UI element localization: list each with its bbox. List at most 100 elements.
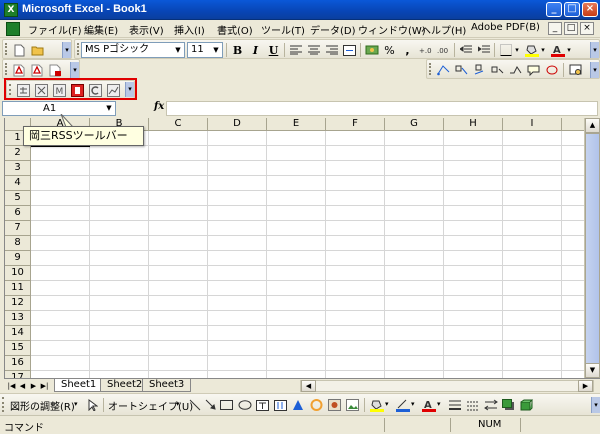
chevron-down-icon[interactable]: ▾ xyxy=(565,42,573,58)
oval-tool-icon[interactable] xyxy=(236,397,253,413)
row-header-5[interactable]: 5 xyxy=(5,191,31,206)
font-color-icon[interactable]: A xyxy=(549,42,566,58)
toolbar-options-chevron[interactable]: ▾ xyxy=(70,62,79,78)
menu-adobe-pdf[interactable]: Adobe PDF(B) xyxy=(471,22,540,33)
column-header-d[interactable]: D xyxy=(208,118,267,131)
vertical-scrollbar[interactable]: ▲ ▼ xyxy=(584,118,600,378)
toolbar-options-chevron[interactable]: ▾ xyxy=(590,42,599,58)
line-color-icon[interactable] xyxy=(394,397,411,413)
arrow-tool-icon[interactable] xyxy=(202,397,219,413)
column-header-h[interactable]: H xyxy=(444,118,503,131)
align-left-icon[interactable] xyxy=(287,42,304,58)
dash-style-icon[interactable] xyxy=(464,397,481,413)
maximize-button[interactable]: □ xyxy=(564,2,580,17)
trace-error-icon[interactable] xyxy=(507,62,524,78)
row-header-15[interactable]: 15 xyxy=(5,341,31,356)
close-button[interactable]: × xyxy=(582,2,598,17)
increase-decimal-icon[interactable]: +.0 xyxy=(417,42,434,58)
column-header-i[interactable]: I xyxy=(503,118,562,131)
toolbar-grip[interactable] xyxy=(2,397,5,412)
italic-button[interactable]: I xyxy=(247,42,264,58)
sheet-tab-sheet3[interactable]: Sheet3 xyxy=(142,379,192,392)
row-header-8[interactable]: 8 xyxy=(5,236,31,251)
autoshapes-menu[interactable]: オートシェイプ(U) xyxy=(108,398,193,413)
open-folder-icon[interactable] xyxy=(29,42,46,58)
line-style-icon[interactable] xyxy=(446,397,463,413)
scroll-right-arrow-icon[interactable]: ▶ xyxy=(578,380,593,392)
chevron-down-icon[interactable]: ▾ xyxy=(176,400,180,408)
row-header-13[interactable]: 13 xyxy=(5,311,31,326)
select-objects-icon[interactable] xyxy=(84,397,101,413)
column-header-f[interactable]: F xyxy=(326,118,385,131)
row-header-2[interactable]: 2 xyxy=(5,146,31,161)
toolbar-options-chevron[interactable]: ▾ xyxy=(590,62,599,78)
row-header-11[interactable]: 11 xyxy=(5,281,31,296)
toolbar-grip[interactable] xyxy=(429,63,432,75)
row-header-3[interactable]: 3 xyxy=(5,161,31,176)
menu-window[interactable]: ウィンドウ(W) xyxy=(358,22,426,37)
doc-close-button[interactable]: × xyxy=(580,22,594,35)
next-sheet-icon[interactable]: ▶ xyxy=(28,380,39,392)
toolbar-options-chevron[interactable]: ▾ xyxy=(591,397,600,413)
menu-help[interactable]: ヘルプ(H) xyxy=(421,22,466,37)
circle-invalid-data-icon[interactable] xyxy=(543,62,560,78)
menu-tools[interactable]: ツール(T) xyxy=(261,22,305,37)
pdf-review-icon[interactable] xyxy=(47,62,64,78)
pdf-email-icon[interactable] xyxy=(29,62,46,78)
scroll-thumb[interactable] xyxy=(585,133,600,373)
rectangle-tool-icon[interactable] xyxy=(218,397,235,413)
row-header-17[interactable]: 17 xyxy=(5,371,31,378)
underline-button[interactable]: U xyxy=(265,42,282,58)
arrow-style-icon[interactable] xyxy=(482,397,499,413)
chevron-down-icon[interactable]: ▾ xyxy=(74,400,78,408)
formula-input[interactable] xyxy=(166,101,598,116)
chevron-down-icon[interactable]: ▾ xyxy=(513,42,521,58)
decrease-decimal-icon[interactable]: .00 xyxy=(435,42,452,58)
row-header-7[interactable]: 7 xyxy=(5,221,31,236)
scroll-left-arrow-icon[interactable]: ◀ xyxy=(301,380,316,392)
worksheet-grid[interactable]: ABCDEFGHI 1 2 3 4 5 6 7 8 9 10 11 12 13 14 15 16 17 xyxy=(4,118,584,378)
diagram-icon[interactable] xyxy=(308,397,325,413)
insert-picture-icon[interactable] xyxy=(344,397,361,413)
draw-menu[interactable]: 図形の調整(R) xyxy=(10,398,75,413)
chevron-down-icon[interactable]: ▾ xyxy=(411,400,415,408)
row-header-14[interactable]: 14 xyxy=(5,326,31,341)
chevron-down-icon[interactable]: ▾ xyxy=(385,400,389,408)
text-box-icon[interactable] xyxy=(254,397,271,413)
vertical-text-box-icon[interactable] xyxy=(272,397,289,413)
toolbar-options-chevron[interactable]: ▾ xyxy=(62,42,71,58)
toolbar-grip[interactable] xyxy=(5,43,8,55)
row-header-4[interactable]: 4 xyxy=(5,176,31,191)
merge-center-icon[interactable] xyxy=(341,42,358,58)
scroll-up-arrow-icon[interactable]: ▲ xyxy=(585,118,600,133)
currency-icon[interactable] xyxy=(363,42,380,58)
doc-restore-button[interactable]: □ xyxy=(564,22,578,35)
pdf-convert-icon[interactable] xyxy=(11,62,28,78)
percent-button[interactable]: % xyxy=(381,42,398,58)
wordart-icon[interactable] xyxy=(290,397,307,413)
workbook-icon[interactable] xyxy=(6,22,20,36)
comma-button[interactable]: , xyxy=(399,42,416,58)
row-header-9[interactable]: 9 xyxy=(5,251,31,266)
new-comment-icon[interactable] xyxy=(525,62,542,78)
excel-icon[interactable]: X xyxy=(4,3,18,17)
menu-format[interactable]: 書式(O) xyxy=(217,22,253,37)
toolbar-grip[interactable] xyxy=(77,43,80,55)
bold-button[interactable]: B xyxy=(229,42,246,58)
first-sheet-icon[interactable]: |◀ xyxy=(6,380,17,392)
toolbar-grip[interactable] xyxy=(5,63,8,75)
insert-function-icon[interactable]: fx xyxy=(154,101,164,112)
column-header-partial[interactable] xyxy=(562,118,584,131)
decrease-indent-icon[interactable] xyxy=(457,42,474,58)
new-document-icon[interactable] xyxy=(11,42,28,58)
align-center-icon[interactable] xyxy=(305,42,322,58)
fill-color-icon[interactable] xyxy=(523,42,540,58)
chevron-down-icon[interactable]: ▾ xyxy=(539,42,547,58)
chevron-down-icon[interactable]: ▼ xyxy=(173,44,183,56)
row-header-12[interactable]: 12 xyxy=(5,296,31,311)
prev-sheet-icon[interactable]: ◀ xyxy=(17,380,28,392)
3d-style-icon[interactable] xyxy=(518,397,535,413)
row-header-16[interactable]: 16 xyxy=(5,356,31,371)
font-color-icon[interactable]: A xyxy=(420,397,437,413)
column-header-c[interactable]: C xyxy=(149,118,208,131)
